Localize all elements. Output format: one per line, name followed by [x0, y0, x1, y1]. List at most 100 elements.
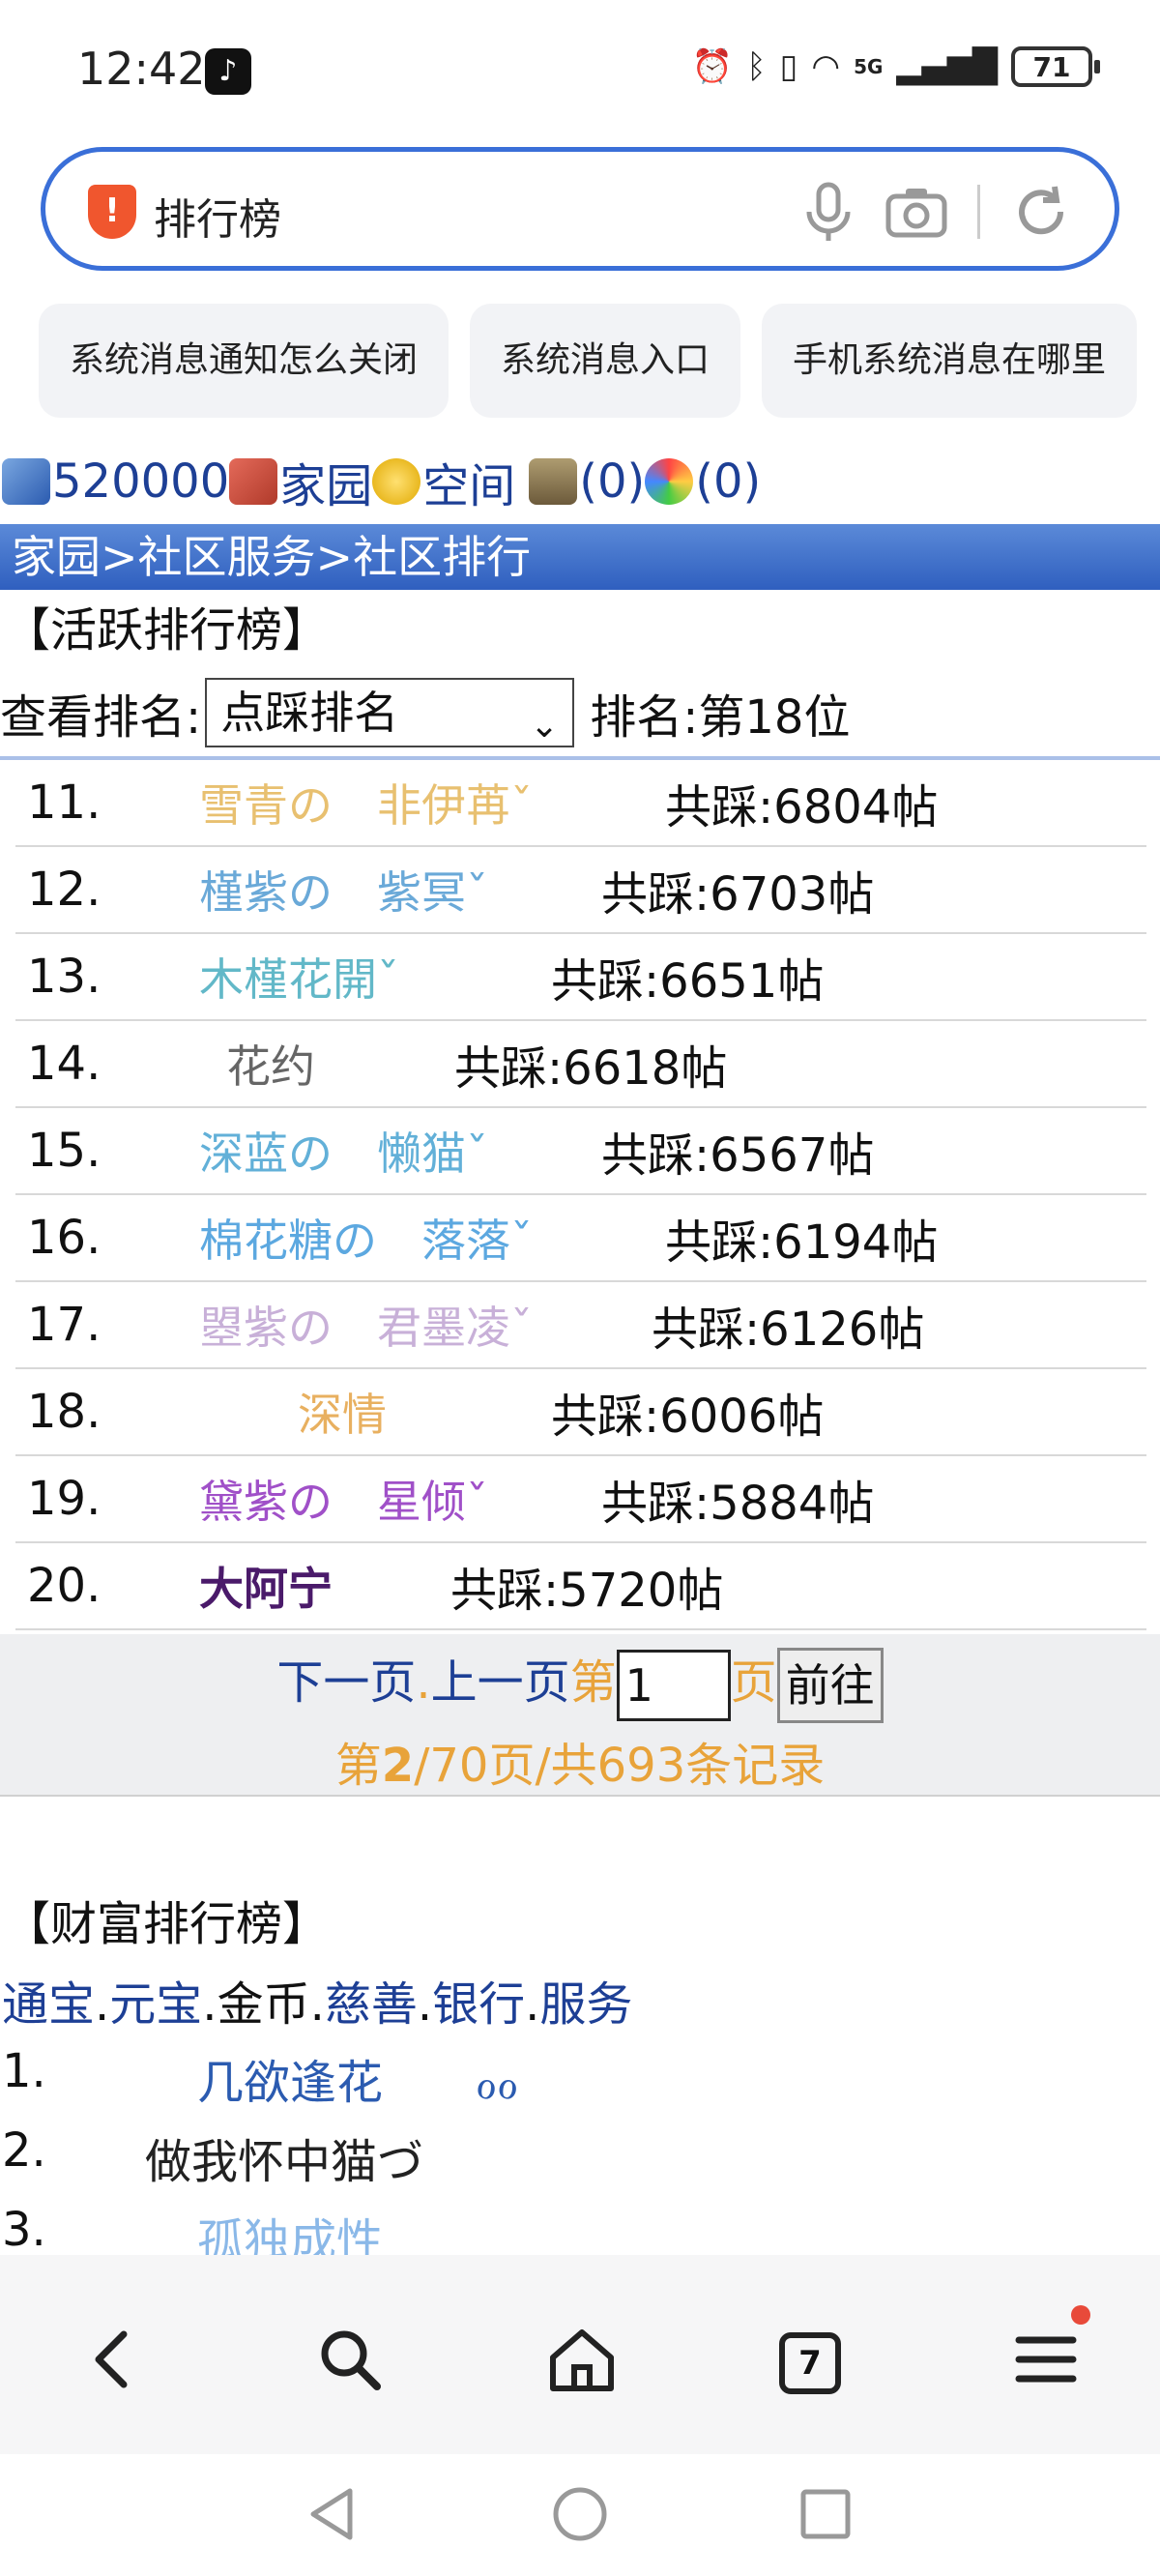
search-input[interactable]: 排行榜	[154, 185, 281, 247]
rank-row: 20. 大阿宁 共踩:5720帖	[15, 1543, 1146, 1630]
network-label: 5G	[854, 55, 884, 78]
chevron-down-icon: ⌄	[530, 706, 560, 746]
breadcrumb[interactable]: 家园>社区服务>社区排行	[0, 524, 1160, 590]
link-yuanbao[interactable]: 元宝	[109, 1977, 202, 2032]
select-value: 点踩排名	[220, 687, 399, 739]
active-rank-list: 11. 雪青の 非伊苒ˇ 共踩:6804帖 12. 槿紫の 紫冥ˇ 共踩:670…	[0, 756, 1160, 1630]
rank-number: 16.	[27, 1211, 102, 1265]
rank-row: 14. 花约 共踩:6618帖	[15, 1021, 1146, 1108]
post-count: 共踩:6651帖	[551, 954, 825, 1009]
link-tongbao[interactable]: 通宝	[2, 1977, 95, 2032]
suggestion-chip[interactable]: 系统消息入口	[470, 304, 741, 418]
shield-icon: !	[88, 185, 136, 239]
user-name-link[interactable]: 棉花糖の 落落ˇ	[199, 1206, 533, 1270]
search-bar[interactable]: ! 排行榜	[41, 147, 1119, 271]
next-page-link[interactable]: 下一页	[276, 1655, 416, 1710]
camera-icon[interactable]	[884, 185, 948, 239]
user-name-link[interactable]: 木槿花開ˇ	[199, 945, 399, 1009]
divider	[977, 185, 980, 239]
post-count: 共踩:5884帖	[601, 1477, 875, 1531]
post-count: 共踩:6567帖	[601, 1128, 875, 1183]
system-home-icon[interactable]	[551, 2485, 609, 2543]
rank-number: 1.	[2, 2044, 46, 2098]
post-count: 共踩:6194帖	[665, 1215, 939, 1270]
vibrate-icon: ▯	[779, 47, 798, 86]
user-name-link[interactable]: 黛紫の 星倾ˇ	[199, 1467, 488, 1531]
suggestion-chip[interactable]: 手机系统消息在哪里	[762, 304, 1138, 418]
rank-row: 17. 曌紫の 君墨凌ˇ 共踩:6126帖	[15, 1282, 1146, 1369]
status-icons: ⏰ ᛒ ▯ ◠ 5G ▂▄▆█ 71	[691, 46, 1100, 87]
rank-row: 13. 木槿花開ˇ 共踩:6651帖	[15, 934, 1146, 1021]
user-name-link[interactable]: 做我怀中猫づ	[145, 2123, 423, 2191]
rank-number: 19.	[27, 1472, 102, 1526]
avatar-icon	[2, 458, 50, 505]
rank-number: 17.	[27, 1298, 102, 1352]
star-icon	[372, 458, 421, 505]
page-summary: 第2/70页/共693条记录	[0, 1727, 1160, 1795]
prev-page-link[interactable]: 上一页	[431, 1655, 570, 1710]
current-page: 2	[381, 1739, 415, 1793]
menu-icon[interactable]	[1007, 2321, 1085, 2398]
bank-icon	[529, 458, 578, 505]
back-icon[interactable]	[75, 2321, 153, 2398]
tabs-count-icon[interactable]: 7	[779, 2332, 841, 2394]
search-icon[interactable]	[311, 2321, 389, 2398]
user-name-link[interactable]: 花约	[226, 1032, 315, 1096]
battery-level: 71	[1032, 50, 1071, 83]
summary-prefix: 第	[334, 1739, 382, 1793]
home-icon[interactable]	[543, 2321, 621, 2398]
user-name-link[interactable]: 雪青の 非伊苒ˇ	[199, 771, 533, 834]
microphone-icon[interactable]	[799, 181, 857, 243]
user-name-link[interactable]: 槿紫の 紫冥ˇ	[199, 858, 488, 922]
link-jinbi: 金币	[217, 1977, 310, 2032]
user-name-link[interactable]: 几欲逢花 ℴℴ	[197, 2044, 518, 2112]
message-count-link[interactable]: (0)	[695, 454, 761, 509]
message-icon	[645, 458, 694, 505]
wealth-row: 1. 几欲逢花 ℴℴ	[0, 2044, 1160, 2123]
wealth-section: 【财富排行榜】 通宝.元宝.金币.慈善.银行.服务 1. 几欲逢花 ℴℴ 2. …	[0, 1884, 1160, 2282]
link-cishan[interactable]: 慈善	[325, 1977, 418, 2032]
user-name-link[interactable]: 深情	[298, 1380, 387, 1444]
notification-dot	[1071, 2305, 1090, 2325]
rank-type-select[interactable]: 点踩排名 ⌄	[205, 678, 575, 747]
page-number-input[interactable]: 1	[616, 1650, 731, 1721]
rank-row: 19. 黛紫の 星倾ˇ 共踩:5884帖	[15, 1456, 1146, 1543]
page-content: 520000 家园 空间 (0) (0) 家园>社区服务>社区排行 【活跃排行榜…	[0, 447, 1160, 2282]
rank-row: 15. 深蓝の 懒猫ˇ 共踩:6567帖	[15, 1108, 1146, 1195]
browser-bottom-nav: 7	[0, 2255, 1160, 2454]
summary-suffix: /70页/共693条记录	[414, 1739, 826, 1793]
pagination: 下一页.上一页第 1 页前往 第2/70页/共693条记录	[0, 1634, 1160, 1797]
refresh-icon[interactable]	[1010, 181, 1072, 243]
link-yinhang[interactable]: 银行	[432, 1977, 525, 2032]
user-bar: 520000 家园 空间 (0) (0)	[0, 447, 1160, 516]
space-link[interactable]: 空间	[422, 448, 515, 515]
post-count: 共踩:5720帖	[450, 1564, 724, 1618]
post-count: 共踩:6703帖	[601, 867, 875, 922]
rank-number: 12.	[27, 863, 102, 917]
bank-count-link[interactable]: (0)	[579, 454, 645, 509]
rank-number: 13.	[27, 950, 102, 1004]
separator-dot: .	[416, 1655, 431, 1710]
system-recents-icon[interactable]	[797, 2485, 855, 2543]
go-button[interactable]: 前往	[776, 1648, 884, 1723]
home-icon	[229, 458, 278, 505]
post-count: 共踩:6618帖	[454, 1041, 728, 1096]
suggestion-chip[interactable]: 系统消息通知怎么关闭	[39, 304, 450, 418]
rank-row: 18. 深情 共踩:6006帖	[15, 1369, 1146, 1456]
user-id-link[interactable]: 520000	[52, 454, 229, 509]
alarm-icon: ⏰	[691, 47, 734, 86]
system-nav-bar	[0, 2454, 1160, 2576]
signal-icon: ▂▄▆█	[896, 47, 998, 86]
rank-selector-row: 查看排名: 点踩排名 ⌄ 排名:第18位	[0, 671, 1160, 754]
user-name-link[interactable]: 深蓝の 懒猫ˇ	[199, 1119, 488, 1183]
home-link[interactable]: 家园	[279, 448, 372, 515]
user-name-link[interactable]: 曌紫の 君墨凌ˇ	[199, 1293, 533, 1357]
user-name-link[interactable]: 大阿宁	[199, 1554, 333, 1618]
rank-number: 11.	[27, 776, 102, 830]
post-count: 共踩:6804帖	[665, 780, 939, 834]
wifi-icon: ◠	[811, 47, 841, 86]
battery-icon: 71	[1011, 46, 1100, 87]
rank-row: 12. 槿紫の 紫冥ˇ 共踩:6703帖	[15, 847, 1146, 934]
system-back-icon[interactable]	[304, 2485, 362, 2543]
link-fuwu[interactable]: 服务	[539, 1977, 632, 2032]
